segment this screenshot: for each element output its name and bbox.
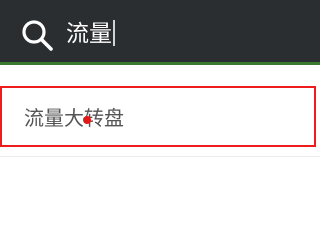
suggestion-label: 流量大转盘 xyxy=(24,106,124,130)
search-screen: 流量 流量大转盘 xyxy=(0,0,320,240)
text-cursor xyxy=(113,20,115,46)
search-input[interactable]: 流量 xyxy=(66,14,115,54)
tap-marker-dot xyxy=(83,116,91,124)
search-bar: 流量 xyxy=(0,0,320,62)
list-divider xyxy=(0,156,320,157)
search-query-text: 流量 xyxy=(66,21,112,47)
suggestion-item[interactable]: 流量大转盘 xyxy=(0,86,316,147)
spacer xyxy=(0,65,320,86)
search-icon[interactable] xyxy=(20,18,54,52)
